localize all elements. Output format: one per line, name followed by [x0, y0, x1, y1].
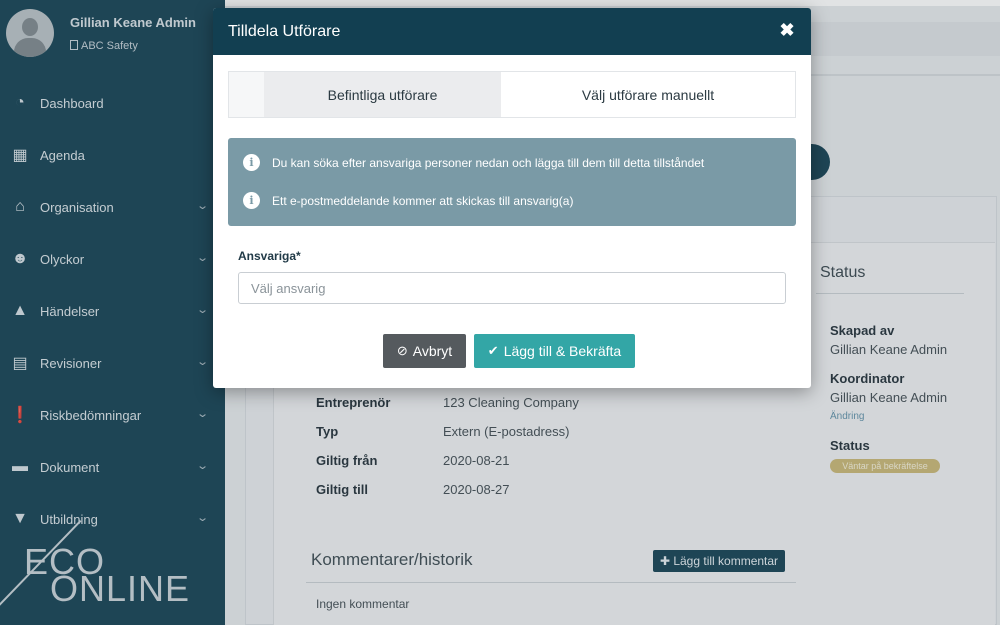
modal-header: Tilldela Utförare ✖ [213, 8, 811, 55]
info-icon: i [243, 154, 260, 171]
confirm-label: Lägg till & Bekräfta [503, 343, 622, 359]
check-icon: ✔ [487, 343, 499, 358]
info-row: i Ett e-postmeddelande kommer att skicka… [243, 192, 573, 209]
responsible-select[interactable] [238, 272, 786, 304]
ban-icon: ⊘ [396, 343, 408, 358]
assign-performer-modal: Tilldela Utförare ✖ Befintliga utförare … [213, 8, 811, 388]
info-text: Du kan söka efter ansvariga personer ned… [272, 155, 705, 170]
tab-spacer [229, 72, 264, 117]
responsible-label: Ansvariga* [238, 249, 301, 263]
close-icon[interactable]: ✖ [775, 18, 799, 42]
modal-title: Tilldela Utförare [228, 23, 341, 40]
info-icon: i [243, 192, 260, 209]
add-and-confirm-button[interactable]: ✔ Lägg till & Bekräfta [474, 334, 635, 368]
info-row: i Du kan söka efter ansvariga personer n… [243, 154, 704, 171]
info-text: Ett e-postmeddelande kommer att skickas … [272, 193, 574, 208]
performer-tabs: Befintliga utförare Välj utförare manuel… [228, 71, 796, 118]
cancel-button[interactable]: ⊘ Avbryt [383, 334, 466, 368]
info-alert: i Du kan söka efter ansvariga personer n… [228, 138, 796, 226]
cancel-label: Avbryt [412, 343, 453, 359]
tab-existing-performers[interactable]: Befintliga utförare [264, 72, 501, 117]
tab-choose-performer-manually[interactable]: Välj utförare manuellt [501, 72, 795, 117]
